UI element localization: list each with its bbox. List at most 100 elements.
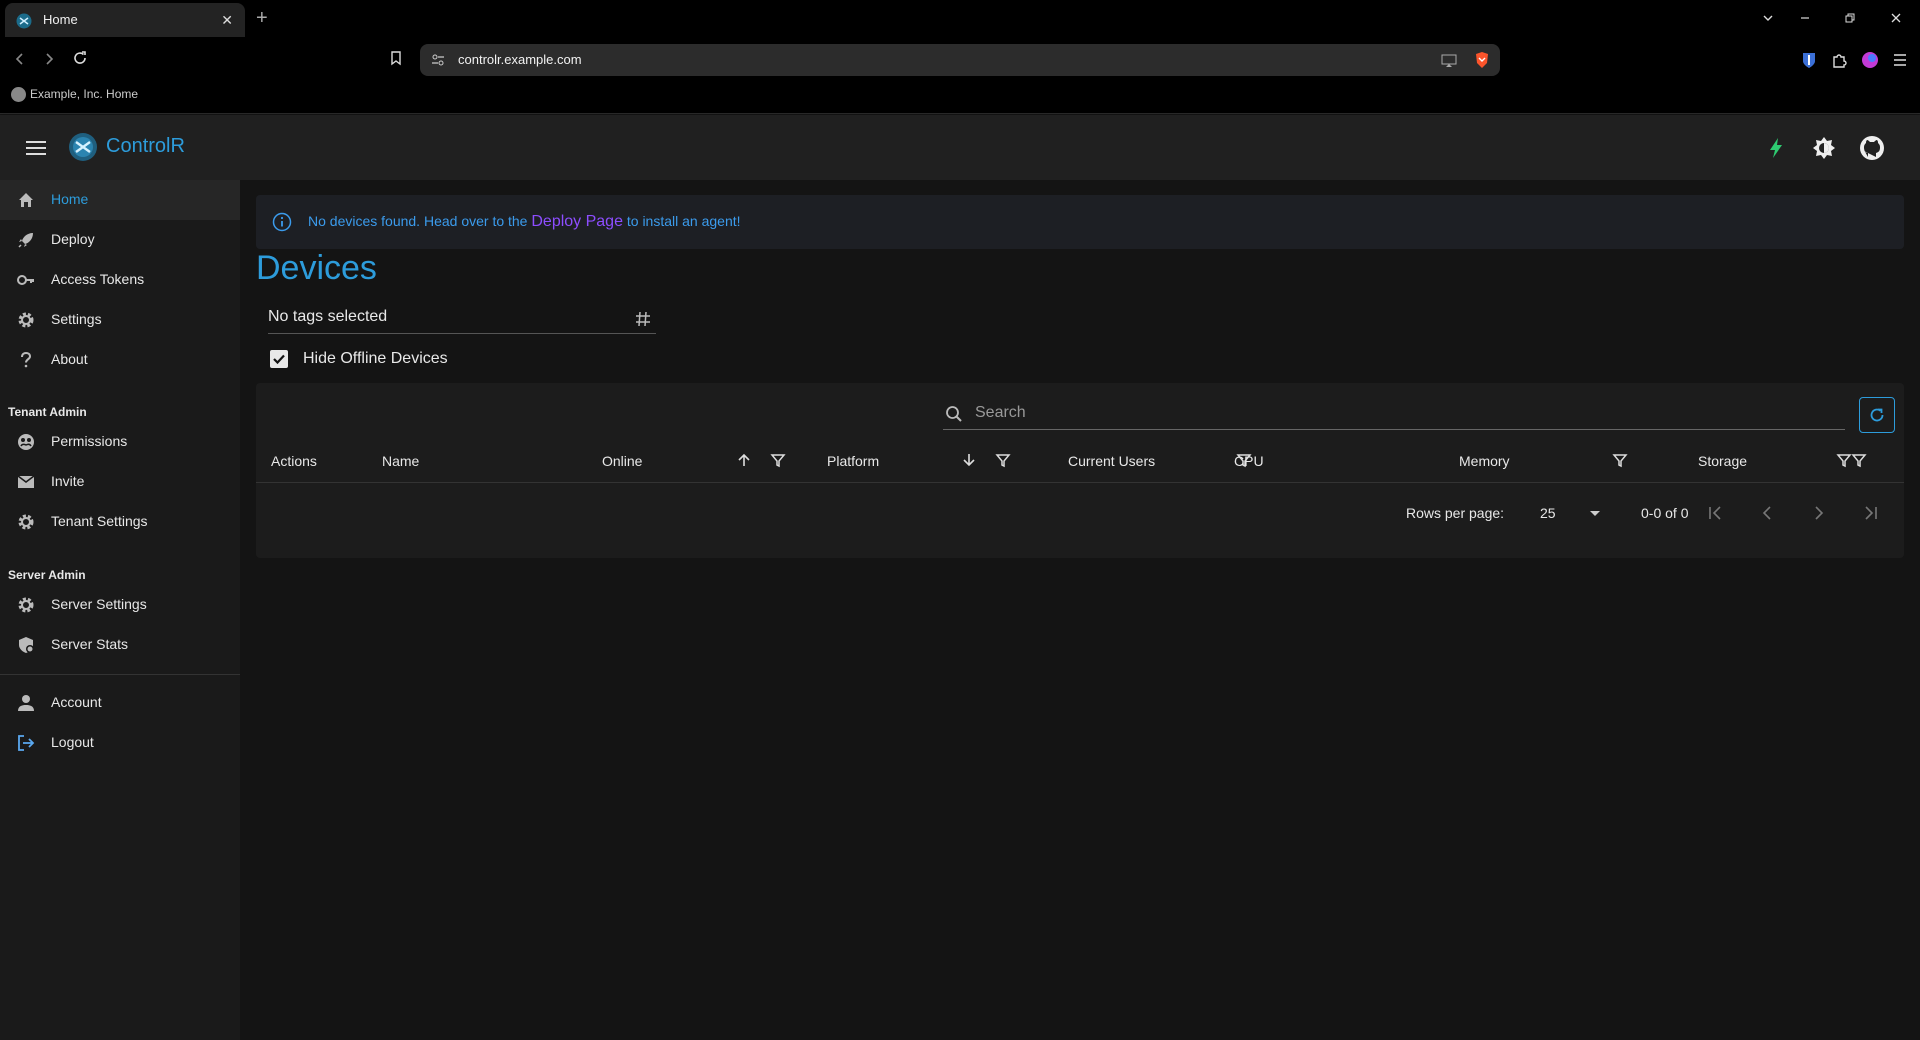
sort-ascending-icon[interactable] bbox=[736, 452, 752, 468]
bookmark-item[interactable]: Example, Inc. Home bbox=[11, 87, 138, 103]
column-header-storage[interactable]: Storage bbox=[1698, 453, 1747, 469]
sidebar-item-label: Permissions bbox=[51, 433, 128, 449]
minimize-window-icon[interactable] bbox=[1791, 8, 1819, 30]
devices-table: Actions Name Online Platform Current Use… bbox=[256, 383, 1904, 558]
sidebar-item-about[interactable]: About bbox=[0, 340, 240, 380]
search-icon bbox=[946, 406, 962, 422]
table-header: Actions Name Online Platform Current Use… bbox=[256, 437, 1904, 483]
tag-select[interactable]: No tags selected bbox=[268, 300, 656, 334]
filter-icon[interactable] bbox=[770, 452, 786, 468]
question-icon bbox=[21, 351, 32, 368]
previous-page-icon[interactable] bbox=[1756, 502, 1778, 524]
person-icon bbox=[18, 695, 34, 711]
column-header-current-users[interactable]: Current Users bbox=[1068, 453, 1155, 469]
menu-toggle-icon[interactable] bbox=[24, 137, 48, 157]
tab-search-icon[interactable] bbox=[1754, 8, 1782, 30]
forward-icon[interactable] bbox=[38, 49, 60, 71]
sidebar-item-permissions[interactable]: Permissions bbox=[0, 422, 240, 462]
sidebar-item-label: Account bbox=[51, 694, 102, 710]
restore-window-icon[interactable] bbox=[1836, 8, 1864, 30]
sidebar-item-settings[interactable]: Settings bbox=[0, 300, 240, 340]
alert-message: No devices found. Head over to the Deplo… bbox=[308, 213, 741, 231]
page-range: 0-0 of 0 bbox=[1641, 505, 1689, 521]
main-content: No devices found. Head over to the Deplo… bbox=[240, 180, 1920, 1040]
close-window-icon[interactable] bbox=[1882, 8, 1910, 30]
connection-bolt-icon[interactable] bbox=[1763, 135, 1789, 161]
browser-toolbar: controlr.example.com bbox=[0, 40, 1920, 80]
filter-icon[interactable] bbox=[1851, 452, 1867, 468]
github-icon[interactable] bbox=[1859, 135, 1885, 161]
server-admin-heading: Server Admin bbox=[8, 568, 86, 582]
rows-per-page-select[interactable]: 25 bbox=[1540, 505, 1556, 521]
tenant-admin-heading: Tenant Admin bbox=[8, 405, 87, 419]
browser-tab-title: Home bbox=[43, 12, 78, 27]
gear-icon bbox=[18, 597, 34, 613]
bookmark-icon[interactable] bbox=[385, 49, 407, 71]
brave-shields-icon[interactable] bbox=[1473, 51, 1491, 69]
first-page-icon[interactable] bbox=[1704, 502, 1726, 524]
profile-avatar-icon[interactable] bbox=[1861, 51, 1879, 69]
column-header-actions: Actions bbox=[271, 453, 317, 469]
deploy-page-link[interactable]: Deploy Page bbox=[531, 213, 623, 230]
last-page-icon[interactable] bbox=[1860, 502, 1882, 524]
address-bar[interactable]: controlr.example.com bbox=[420, 44, 1500, 76]
info-alert: No devices found. Head over to the Deplo… bbox=[256, 195, 1904, 249]
sidebar-item-deploy[interactable]: Deploy bbox=[0, 220, 240, 260]
reload-icon[interactable] bbox=[69, 49, 91, 71]
sidebar-item-label: Tenant Settings bbox=[51, 513, 148, 529]
sidebar-item-home[interactable]: Home bbox=[0, 180, 240, 220]
sort-descending-icon[interactable] bbox=[961, 452, 977, 468]
site-info-icon[interactable] bbox=[430, 52, 446, 68]
column-header-online[interactable]: Online bbox=[602, 453, 642, 469]
home-icon bbox=[19, 193, 33, 207]
app-title[interactable]: ControlR bbox=[106, 135, 185, 158]
filter-icon[interactable] bbox=[1612, 452, 1628, 468]
column-header-memory[interactable]: Memory bbox=[1459, 453, 1510, 469]
column-header-cpu[interactable]: CPU bbox=[1234, 453, 1264, 469]
filter-icon[interactable] bbox=[1836, 452, 1852, 468]
extensions-puzzle-icon[interactable] bbox=[1830, 51, 1848, 69]
sidebar-item-label: Server Stats bbox=[51, 636, 129, 652]
sidebar-item-account[interactable]: Account bbox=[0, 683, 240, 723]
refresh-button[interactable] bbox=[1859, 397, 1895, 433]
cast-icon[interactable] bbox=[1440, 51, 1458, 69]
sidebar-item-tenant-settings[interactable]: Tenant Settings bbox=[0, 502, 240, 542]
back-icon[interactable] bbox=[9, 49, 31, 71]
bookmarks-bar: Example, Inc. Home bbox=[0, 80, 1920, 114]
column-header-name[interactable]: Name bbox=[382, 453, 419, 469]
browser-tab[interactable]: Home ✕ bbox=[5, 3, 245, 37]
sidebar-item-label: Invite bbox=[51, 473, 85, 489]
sidebar-item-server-stats[interactable]: Server Stats bbox=[0, 625, 240, 665]
url-text[interactable]: controlr.example.com bbox=[458, 52, 582, 67]
sidebar-item-server-settings[interactable]: Server Settings bbox=[0, 585, 240, 625]
table-pager: Rows per page: 25 0-0 of 0 bbox=[256, 484, 1904, 536]
refresh-icon bbox=[1870, 408, 1884, 422]
browser-menu-icon[interactable] bbox=[1891, 51, 1909, 69]
sidebar-item-logout[interactable]: Logout bbox=[0, 723, 240, 763]
sidebar-item-label: About bbox=[51, 351, 88, 367]
close-tab-icon[interactable]: ✕ bbox=[221, 12, 233, 29]
bitwarden-extension-icon[interactable] bbox=[1800, 51, 1818, 69]
chevron-down-icon[interactable] bbox=[1590, 511, 1600, 516]
hide-offline-checkbox[interactable] bbox=[270, 350, 288, 368]
controlr-logo-icon bbox=[69, 133, 97, 161]
sidebar-item-label: Deploy bbox=[51, 231, 95, 247]
hashtag-icon[interactable] bbox=[634, 310, 652, 328]
search-field[interactable] bbox=[943, 396, 1845, 430]
sidebar-item-access-tokens[interactable]: Access Tokens bbox=[0, 260, 240, 300]
search-input[interactable] bbox=[975, 400, 1825, 426]
sidebar-item-invite[interactable]: Invite bbox=[0, 462, 240, 502]
sidebar-item-label: Home bbox=[51, 191, 89, 207]
column-header-platform[interactable]: Platform bbox=[827, 453, 879, 469]
next-page-icon[interactable] bbox=[1808, 502, 1830, 524]
new-tab-button[interactable]: + bbox=[256, 8, 268, 28]
filter-icon[interactable] bbox=[995, 452, 1011, 468]
rows-per-page-label: Rows per page: bbox=[1406, 505, 1505, 521]
theme-toggle-icon[interactable] bbox=[1811, 135, 1837, 161]
gear-icon bbox=[18, 312, 34, 328]
sidebar-item-label: Settings bbox=[51, 311, 102, 327]
alert-suffix: to install an agent! bbox=[626, 213, 741, 229]
gear-icon bbox=[18, 514, 34, 530]
browser-tab-strip: Home ✕ + bbox=[0, 0, 1920, 40]
rocket-icon bbox=[18, 233, 33, 248]
